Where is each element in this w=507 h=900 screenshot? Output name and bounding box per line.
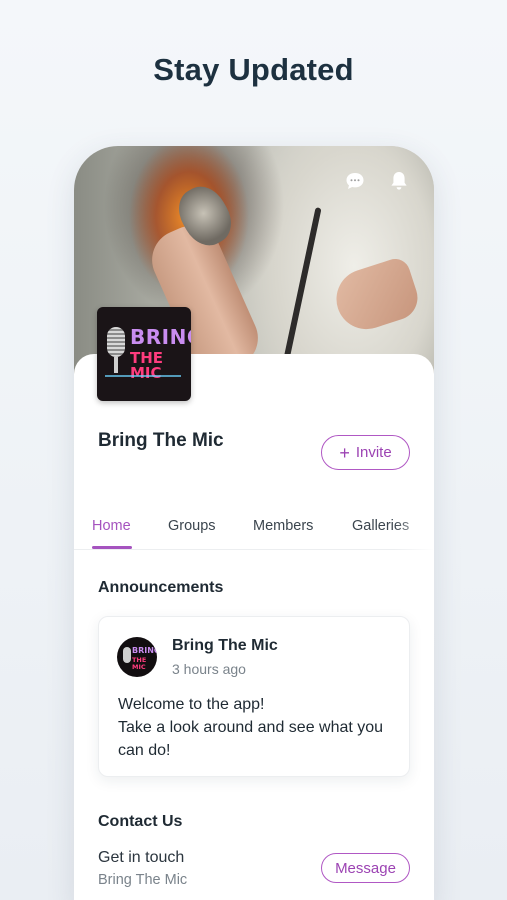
announcements-title: Announcements <box>98 579 224 596</box>
promo-title: Stay Updated <box>153 52 354 87</box>
announcement-card[interactable]: BRING THE MIC Bring The Mic 3 hours ago … <box>98 616 410 777</box>
cover-hand <box>328 255 424 337</box>
tab-members[interactable]: Members <box>253 518 313 534</box>
logo-text-line1: BRING <box>130 325 191 349</box>
logo-mic-stand <box>114 357 118 373</box>
avatar: BRING THE MIC <box>117 637 157 677</box>
active-tab-indicator <box>92 546 132 549</box>
site-name: Bring The Mic <box>98 430 224 451</box>
site-logo: BRING THE MIC <box>97 307 191 401</box>
invite-button[interactable]: + Invite <box>321 435 410 470</box>
post-time: 3 hours ago <box>172 661 246 677</box>
bell-icon[interactable] <box>386 168 412 194</box>
tab-home[interactable]: Home <box>92 518 131 534</box>
logo-mic-icon <box>107 327 125 357</box>
post-author: Bring The Mic <box>172 637 278 654</box>
cover-strap <box>282 207 322 365</box>
tab-groups[interactable]: Groups <box>168 518 216 534</box>
post-body: Welcome to the app! Take a look around a… <box>118 693 403 762</box>
invite-label: Invite <box>355 444 392 461</box>
message-button[interactable]: Message <box>321 853 410 883</box>
avatar-text-line1: BRING <box>132 646 157 655</box>
logo-underline <box>105 375 181 377</box>
contact-line: Get in touch <box>98 849 185 866</box>
plus-icon: + <box>339 442 350 463</box>
avatar-text-line2: THE MIC <box>132 656 147 671</box>
post-line-2: Take a look around and see what you can … <box>118 719 384 759</box>
post-line-1: Welcome to the app! <box>118 696 265 713</box>
chat-bubble-icon[interactable] <box>342 168 368 194</box>
contact-sub: Bring The Mic <box>98 872 188 888</box>
tab-bar: Home Groups Members Galleries <box>74 506 434 550</box>
avatar-mic-icon <box>123 647 131 663</box>
phone-frame: BRING THE MIC Bring The Mic + Invite Hom… <box>74 146 434 900</box>
contact-title: Contact Us <box>98 813 183 830</box>
tab-fade <box>394 506 434 550</box>
